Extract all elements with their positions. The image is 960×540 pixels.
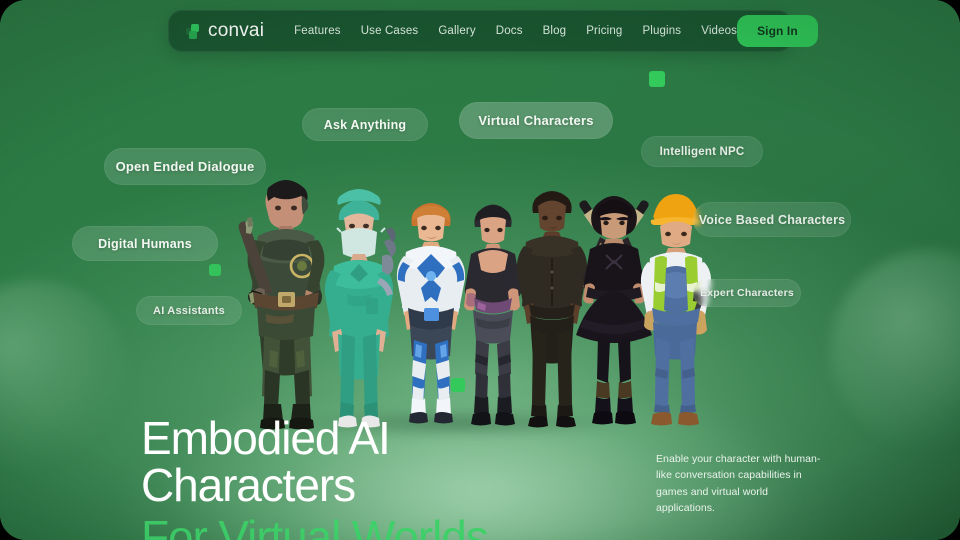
hero-subcopy: Enable your character with human-like co… bbox=[656, 453, 821, 515]
pill-digital-humans[interactable]: Digital Humans bbox=[72, 226, 218, 261]
nav-item-videos[interactable]: Videos bbox=[701, 25, 737, 37]
pill-label: Intelligent NPC bbox=[659, 145, 745, 158]
accent-square-top bbox=[649, 71, 665, 87]
pill-virtual-characters[interactable]: Virtual Characters bbox=[459, 102, 613, 139]
nav-item-features[interactable]: Features bbox=[294, 25, 341, 37]
pill-label: Digital Humans bbox=[98, 236, 192, 251]
accent-square-left bbox=[209, 264, 221, 276]
headline-line-2: For Virtual Worlds bbox=[141, 510, 489, 540]
character-armored-warrior bbox=[238, 174, 332, 430]
nav-item-use-cases[interactable]: Use Cases bbox=[361, 25, 419, 37]
nav-item-pricing[interactable]: Pricing bbox=[586, 25, 622, 37]
nav-item-docs[interactable]: Docs bbox=[496, 25, 523, 37]
top-navbar: convai Features Use Cases Gallery Docs B… bbox=[168, 10, 818, 52]
pill-intelligent-npc[interactable]: Intelligent NPC bbox=[641, 136, 763, 167]
nav-item-blog[interactable]: Blog bbox=[543, 25, 567, 37]
pill-ai-assistants[interactable]: AI Assistants bbox=[136, 296, 242, 325]
nav-item-plugins[interactable]: Plugins bbox=[642, 25, 681, 37]
pill-open-ended-dialogue[interactable]: Open Ended Dialogue bbox=[104, 148, 266, 185]
pill-label: Open Ended Dialogue bbox=[115, 159, 255, 174]
pill-label: Ask Anything bbox=[323, 117, 407, 132]
brand-name: convai bbox=[208, 20, 265, 41]
pill-ask-anything[interactable]: Ask Anything bbox=[302, 108, 428, 141]
pill-label: Expert Characters bbox=[700, 287, 794, 299]
character-surgeon bbox=[320, 182, 398, 430]
convai-squares-logo-icon bbox=[186, 23, 201, 39]
accent-square-center bbox=[451, 378, 465, 392]
pill-label: Virtual Characters bbox=[478, 113, 594, 128]
nav-item-gallery[interactable]: Gallery bbox=[438, 25, 475, 37]
nav-links: Features Use Cases Gallery Docs Blog Pri… bbox=[294, 25, 737, 37]
brand-logo[interactable]: convai bbox=[186, 20, 264, 42]
headline-line-1: Embodied AI Characters bbox=[141, 412, 391, 511]
sign-in-button[interactable]: Sign In bbox=[737, 15, 818, 47]
hero-section: Virtual Characters Ask Anything Open End… bbox=[0, 0, 960, 540]
hero-headline: Embodied AI Characters For Virtual World… bbox=[141, 415, 611, 540]
pill-voice-based-characters[interactable]: Voice Based Characters bbox=[693, 202, 851, 237]
pill-label: AI Assistants bbox=[153, 304, 225, 317]
pill-label: Voice Based Characters bbox=[698, 212, 846, 227]
pill-expert-characters[interactable]: Expert Characters bbox=[693, 279, 801, 307]
